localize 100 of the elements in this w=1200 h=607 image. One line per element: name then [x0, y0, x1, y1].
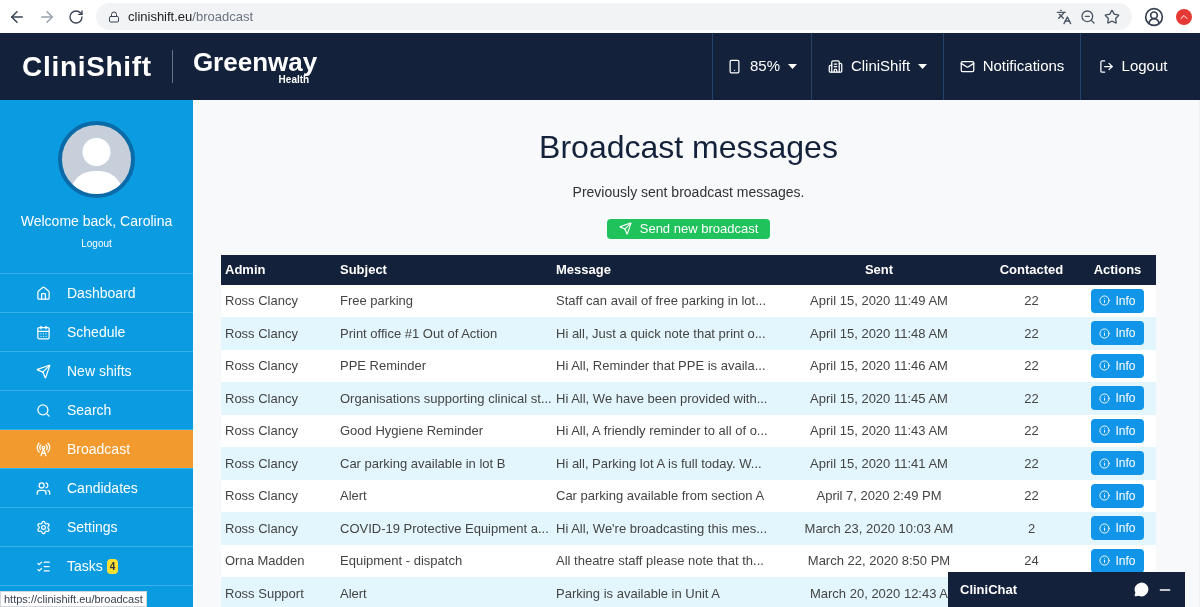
table-cell: April 7, 2020 2:49 PM — [816, 488, 942, 503]
table-cell: 22 — [1024, 423, 1039, 438]
page-title: Broadcast messages — [539, 128, 838, 166]
envelope-icon — [959, 59, 975, 74]
clinishift-logo: CliniShift — [22, 49, 152, 84]
logout-icon — [1098, 59, 1114, 74]
table-cell: 22 — [1024, 390, 1039, 406]
welcome-text: Welcome back, Carolina — [20, 212, 173, 231]
table-cell: Ross Clancy — [225, 390, 298, 406]
table-cell: Ross Clancy — [225, 325, 298, 341]
column-header: Actions — [1092, 260, 1143, 279]
status-url-tooltip: https://clinishift.eu/broadcast — [0, 591, 147, 607]
gear-icon — [36, 519, 51, 535]
info-button[interactable]: Info — [1091, 451, 1144, 476]
table-cell: April 15, 2020 11:48 AM — [810, 325, 948, 341]
table-cell: Hi All, We have been provided with... — [556, 390, 768, 406]
table-cell: 22 — [1024, 488, 1039, 503]
home-icon — [36, 285, 51, 301]
table-cell: Ross Clancy — [225, 455, 298, 471]
info-icon — [1099, 490, 1111, 502]
table-cell: Free parking — [340, 293, 413, 308]
table-cell: Ross Clancy — [225, 358, 298, 373]
info-button[interactable]: Info — [1091, 418, 1144, 443]
page-subtitle: Previously sent broadcast messages. — [572, 183, 805, 202]
table-cell: PPE Reminder — [340, 358, 426, 373]
info-button[interactable]: Info — [1091, 386, 1144, 411]
count-badge: 4 — [106, 558, 119, 574]
caret-icon — [788, 64, 797, 69]
info-button[interactable]: Info — [1091, 516, 1144, 541]
info-button[interactable]: Info — [1091, 288, 1144, 313]
table-cell: Ross Clancy — [225, 293, 298, 308]
chat-bubble-icon[interactable] — [1134, 582, 1149, 597]
translate-icon[interactable] — [1056, 8, 1072, 25]
table-cell: April 15, 2020 11:45 AM — [810, 390, 948, 406]
column-header: Message — [555, 260, 612, 279]
info-icon — [1099, 360, 1111, 372]
table-cell: March 22, 2020 8:50 PM — [807, 553, 951, 568]
paper-plane-icon — [36, 363, 51, 379]
table-cell: Car parking available from section A — [556, 488, 765, 503]
table-cell: Good Hygiene Reminder — [340, 423, 484, 438]
info-icon — [1099, 555, 1111, 567]
info-icon — [1099, 522, 1111, 534]
caret-icon — [918, 64, 928, 69]
table-cell: Ross Clancy — [225, 423, 298, 438]
table-cell: Hi all, Just a quick note that print o... — [556, 325, 766, 341]
info-icon — [1099, 425, 1111, 437]
zoom-icon[interactable] — [1080, 8, 1096, 25]
url-text: clinishift.eu/broadcast — [128, 7, 253, 26]
reload-icon[interactable] — [68, 8, 84, 25]
info-icon — [1099, 327, 1111, 339]
table-cell: Hi All, Reminder that PPE is availa... — [556, 358, 766, 373]
table-cell: Parking is available in Unit A — [556, 585, 721, 601]
table-cell: 22 — [1024, 325, 1039, 341]
logout-link[interactable]: Logout — [81, 236, 112, 251]
star-icon[interactable] — [1104, 8, 1120, 25]
table-cell: Hi all, Parking lot A is full today. W... — [556, 455, 762, 471]
sidebar-item[interactable]: Broadcast — [0, 429, 193, 468]
building-icon — [827, 59, 843, 74]
table-cell: Car parking available in lot B — [340, 455, 506, 471]
table-cell: Alert — [340, 585, 367, 601]
table-cell: April 15, 2020 11:41 AM — [810, 455, 948, 471]
table-cell: Staff can avail of free parking in lot... — [556, 293, 767, 308]
send-broadcast-button[interactable]: Send new broadcast — [606, 219, 771, 239]
table-cell: 2 — [1027, 520, 1036, 536]
lock-icon — [108, 10, 120, 23]
info-icon — [1099, 457, 1111, 469]
info-icon — [1099, 295, 1111, 307]
info-icon — [1099, 392, 1111, 404]
phone-icon — [727, 59, 742, 74]
info-button[interactable]: Info — [1091, 353, 1144, 378]
table-cell: Ross Support — [225, 585, 304, 601]
antenna-icon — [36, 441, 51, 457]
table-cell: Ross Clancy — [225, 488, 298, 503]
table-cell: Equipment - dispatch — [340, 553, 463, 568]
table-cell: Ross Clancy — [225, 520, 298, 536]
column-header: Sent — [863, 260, 895, 279]
table-cell: 22 — [1024, 293, 1039, 308]
account-icon[interactable] — [1144, 6, 1164, 27]
table-cell: Hi All, We're broadcasting this mes... — [556, 520, 768, 536]
extension-icon[interactable] — [1176, 8, 1192, 25]
table-cell: Alert — [340, 488, 367, 503]
users-icon — [36, 480, 51, 496]
table-cell: Organisations supporting clinical st... — [340, 390, 552, 406]
table-cell: All theatre staff please note that th... — [556, 553, 764, 568]
search-icon — [36, 402, 51, 418]
table-cell: Hi All, A friendly reminder to all of o... — [556, 423, 768, 438]
table-cell: April 15, 2020 11:43 AM — [810, 423, 948, 438]
info-button[interactable]: Info — [1091, 321, 1144, 346]
info-button[interactable]: Info — [1091, 483, 1144, 508]
paper-plane-icon — [618, 222, 632, 236]
table-cell: 22 — [1024, 358, 1039, 373]
address-bar[interactable]: clinishift.eu/broadcast — [96, 3, 1132, 30]
chat-widget[interactable]: CliniChat — [948, 572, 1185, 607]
column-header: Admin — [224, 260, 267, 279]
calendar-icon — [36, 324, 51, 340]
checklist-icon — [36, 558, 51, 574]
column-header: Subject — [339, 260, 388, 279]
info-button[interactable]: Info — [1091, 548, 1144, 573]
table-cell: April 15, 2020 11:49 AM — [810, 293, 948, 308]
table-cell: 22 — [1024, 455, 1039, 471]
